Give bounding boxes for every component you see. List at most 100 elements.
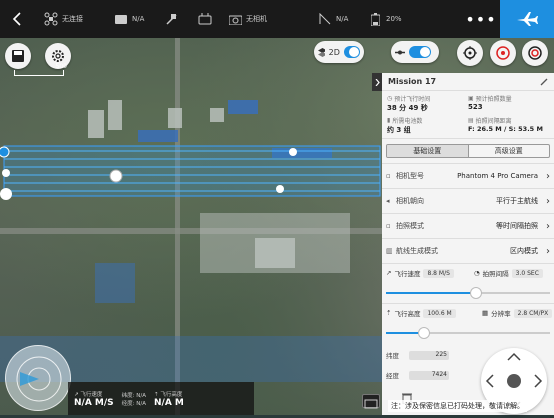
telemetry-speed: ↗ 飞行速度 N/A M/S — [74, 391, 114, 408]
plane-icon — [517, 12, 538, 26]
interval-setting: ◔ 拍照间隔 3.0 SEC — [474, 268, 543, 278]
fly-button[interactable] — [500, 0, 554, 38]
telemetry-coords: 纬度: N/A 经度: N/A — [121, 392, 146, 407]
waypoint-start[interactable] — [0, 146, 10, 158]
edge-add-point[interactable] — [289, 148, 297, 156]
mission-stats: ◷ 预计飞行时间 38 分 49 秒 ▣ 预计拍照数量 523 ▮ 所需电池数 约 3… — [382, 91, 554, 139]
grid-icon: ▦ — [482, 309, 489, 317]
radar-compass[interactable] — [5, 345, 71, 411]
altitude-slider-row: ⇡ 飞行高度 100.6 M ▦ 分辨率 2.8 CM/PX — [382, 303, 554, 343]
tab-basic-settings[interactable]: 基础设置 — [387, 145, 468, 157]
camera-icon — [228, 12, 242, 26]
locate-button[interactable] — [457, 40, 483, 66]
longitude-row: 经度 7424 — [386, 370, 449, 380]
save-button[interactable] — [5, 43, 31, 69]
camera-mode-icon — [114, 12, 128, 26]
resolution-setting: ▦ 分辨率 2.8 CM/PX — [482, 308, 553, 318]
route-icon: ▥ — [386, 247, 393, 255]
chevron-right-icon: › — [546, 170, 550, 182]
shutter-icon: ▫ — [386, 222, 391, 230]
speed-slider[interactable] — [386, 287, 550, 299]
chevron-left-icon — [12, 12, 21, 26]
crosshair-icon — [463, 46, 477, 60]
more-button[interactable]: ••• — [462, 0, 500, 38]
altitude-slider[interactable] — [386, 327, 550, 339]
latitude-value[interactable]: 225 — [409, 350, 449, 360]
latitude-label: 纬度 — [386, 352, 399, 360]
toggle-2d-switch[interactable] — [343, 46, 360, 58]
altitude-icon: ⇡ — [386, 309, 392, 317]
drone-toggle-switch[interactable] — [409, 46, 431, 58]
left-arrow-icon[interactable] — [485, 374, 494, 388]
latitude-row: 纬度 225 — [386, 350, 449, 360]
tab-advanced-settings[interactable]: 高级设置 — [467, 145, 550, 157]
drone-position-marker — [109, 169, 123, 183]
edit-icon[interactable] — [540, 78, 548, 86]
edge-add-point[interactable] — [2, 169, 10, 177]
camera-mode-label: N/A — [132, 15, 145, 23]
speed-icon: ↗ — [386, 269, 392, 277]
up-arrow-icon[interactable] — [507, 352, 521, 361]
battery-label: 20% — [386, 15, 402, 23]
stat-photo-count: ▣ 预计拍照数量 523 — [468, 95, 512, 111]
top-status-bar: 无连接 N/A 无相机 N/A 20% ••• — [0, 0, 554, 38]
camera-status: 无相机 — [228, 0, 318, 38]
edge-add-point[interactable] — [276, 185, 284, 193]
speed-slider-fill — [386, 292, 477, 294]
speed-slider-knob[interactable] — [470, 287, 483, 299]
save-icon — [12, 50, 24, 62]
speed-interval-slider-row: ↗ 飞行速度 8.8 M/S ◔ 拍照间隔 3.0 SEC — [382, 263, 554, 303]
chevron-right-icon — [375, 78, 380, 86]
map-scale-bar: 500 — [14, 63, 67, 76]
camera-label: 无相机 — [246, 15, 267, 23]
timer-icon: ◔ — [474, 269, 480, 277]
photo-icon: ▣ — [468, 95, 474, 102]
right-arrow-icon[interactable] — [534, 374, 543, 388]
drone-toggle[interactable] — [391, 41, 439, 63]
speed-setting: ↗ 飞行速度 8.8 M/S — [386, 268, 454, 278]
back-button[interactable] — [0, 0, 34, 38]
satellite-icon — [164, 12, 178, 26]
aircraft-icon — [395, 50, 405, 54]
battery-status: 20% — [368, 0, 418, 38]
target-icon — [528, 46, 542, 60]
route-generation-row[interactable]: ▥ 航线生成模式 区内模式 › — [382, 238, 554, 263]
screen-toggle-button[interactable] — [362, 394, 380, 409]
waypoint-handle[interactable] — [0, 188, 12, 200]
altitude-slider-knob[interactable] — [417, 327, 430, 339]
map-scale-label: 500 — [55, 63, 67, 70]
chevron-right-icon: › — [546, 245, 550, 257]
stat-flight-time: ◷ 预计飞行时间 38 分 49 秒 — [387, 95, 431, 112]
drone-locate-icon — [496, 46, 510, 60]
survey-area — [3, 145, 381, 197]
map-2d-toggle[interactable]: 2D — [314, 41, 364, 63]
remote-status — [198, 0, 228, 38]
layers-icon — [318, 47, 325, 57]
chevron-right-icon: › — [546, 195, 550, 207]
longitude-label: 经度 — [386, 372, 399, 380]
stat-battery-count: ▮ 所需电池数 约 3 组 — [387, 117, 423, 134]
telemetry-bar: ↗ 飞行速度 N/A M/S 纬度: N/A 经度: N/A ⇡ 飞行高度 N/… — [68, 382, 254, 415]
camera-mode-status: N/A — [114, 0, 164, 38]
stat-photo-distance: ▤ 拍照间隔距离 F: 26.5 M / S: 53.5 M — [468, 117, 543, 133]
telemetry-altitude: ⇡ 飞行高度 N/A M — [154, 391, 184, 408]
interval-value-chip: 3.0 SEC — [511, 268, 543, 278]
camera-orientation-row[interactable]: ◂ 相机朝向 平行于主航线 › — [382, 188, 554, 213]
chevron-right-icon: › — [546, 220, 550, 232]
altitude-value-chip: 100.6 M — [423, 308, 456, 318]
connection-label: 无连接 — [62, 15, 83, 23]
camera-model-row[interactable]: ▫ 相机型号 Phantom 4 Pro Camera › — [382, 163, 554, 188]
direction-icon: ◂ — [386, 197, 390, 205]
altitude-setting: ⇡ 飞行高度 100.6 M — [386, 308, 456, 318]
battery-icon — [368, 12, 382, 26]
longitude-value[interactable]: 7424 — [409, 370, 449, 380]
shooting-mode-row[interactable]: ▫ 拍照模式 等时间隔拍照 › — [382, 213, 554, 238]
resolution-value-chip: 2.8 CM/PX — [513, 308, 553, 318]
watermark-notice: 注：涉及保密信息已打码处理，敬请谅解。 — [388, 400, 527, 412]
drone-icon — [44, 12, 58, 26]
camera-small-icon: ▫ — [386, 172, 391, 180]
aircraft-locate-button[interactable] — [490, 40, 516, 66]
home-point-button[interactable] — [522, 40, 548, 66]
panel-collapse-button[interactable] — [372, 73, 382, 91]
center-button[interactable] — [507, 374, 521, 388]
